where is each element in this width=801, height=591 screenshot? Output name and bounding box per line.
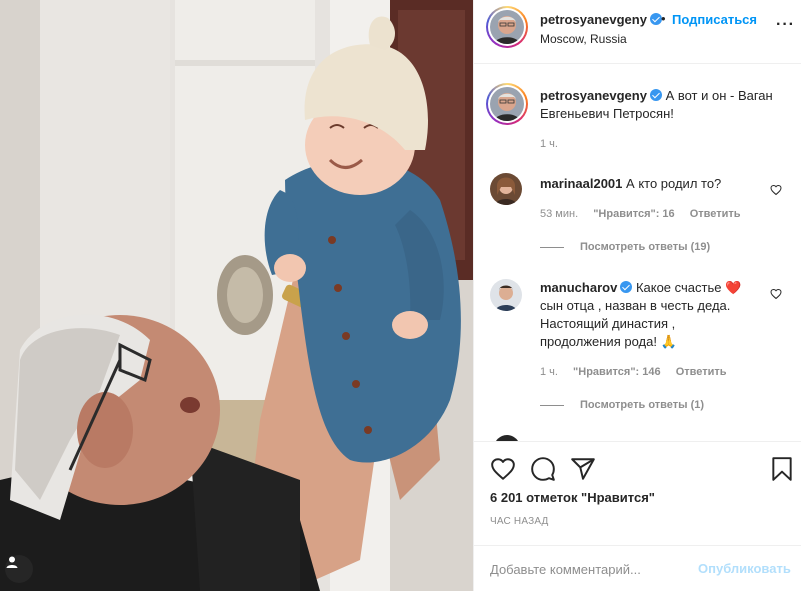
bookmark-icon[interactable] [770, 456, 794, 482]
comment-like-heart-icon[interactable] [770, 184, 782, 196]
caption-time[interactable]: 1 ч. [540, 138, 558, 150]
comment-text-line1: Какое счастье [635, 280, 722, 295]
author-avatar[interactable] [486, 6, 528, 48]
comment-like-heart-icon[interactable] [770, 288, 782, 300]
comment-text-block: marinaal2001 А кто родил то? [540, 175, 770, 193]
author-username[interactable]: petrosyanevgeny [540, 12, 662, 27]
pray-emoji: 🙏 [660, 334, 677, 349]
replies-divider [540, 246, 564, 248]
caption-author-avatar[interactable] [486, 83, 528, 125]
comment-time[interactable]: 1 ч. [540, 366, 558, 378]
likes-count[interactable]: 6 201 отметок "Нравится" [490, 490, 655, 505]
publish-comment-button[interactable]: Опубликовать [698, 561, 791, 576]
verified-badge-icon [620, 281, 633, 293]
user-icon [6, 556, 18, 568]
comment-likes[interactable]: "Нравится": 16 [593, 208, 674, 220]
comment-text-block: manucharov Какое счастье ❤️ сын отца , н… [540, 279, 770, 351]
post-location[interactable]: Moscow, Russia [540, 32, 627, 46]
comment-reply-button[interactable]: Ответить [690, 208, 741, 220]
view-replies-label[interactable]: Посмотреть ответы (19) [580, 241, 710, 253]
comment-text: А кто родил то? [626, 176, 722, 191]
author-avatar-image [490, 10, 524, 44]
heart-emoji: ❤️ [725, 280, 742, 295]
author-username-text[interactable]: petrosyanevgeny [540, 12, 647, 27]
comment-time[interactable]: 53 мин. [540, 208, 578, 220]
comment-text-line4: продолжения рода! [540, 334, 657, 349]
view-replies-button[interactable]: Посмотреть ответы (1) [540, 399, 704, 411]
header-separator: • [661, 11, 666, 26]
comment-reply-button[interactable]: Ответить [676, 366, 727, 378]
more-options-button[interactable]: ··· [776, 16, 795, 34]
follow-button[interactable]: Подписаться [672, 12, 757, 27]
caption-avatar-border [488, 85, 526, 123]
post-photo-illustration [0, 0, 473, 591]
comments-list[interactable]: petrosyanevgeny А вот и он - Ваган Евген… [474, 65, 801, 441]
add-comment-bar: Опубликовать [474, 545, 801, 591]
caption-meta: 1 ч. [540, 138, 570, 150]
replies-divider [540, 404, 564, 406]
comment-meta: 1 ч. "Нравится": 146 Ответить [540, 366, 739, 378]
view-replies-label[interactable]: Посмотреть ответы (1) [580, 399, 704, 411]
author-avatar-border [488, 8, 526, 46]
tagged-users-button[interactable] [5, 555, 33, 583]
comment-username[interactable]: marinaal2001 [540, 176, 622, 191]
post-photo[interactable] [0, 0, 473, 591]
post-details-panel: petrosyanevgeny • Подписаться Moscow, Ru… [473, 0, 801, 591]
commenter-avatar[interactable] [490, 279, 522, 311]
post-header: petrosyanevgeny • Подписаться Moscow, Ru… [474, 0, 801, 64]
post-time[interactable]: ЧАС НАЗАД [490, 516, 549, 527]
comment-username[interactable]: manucharov [540, 280, 617, 295]
comment-likes[interactable]: "Нравится": 146 [573, 366, 661, 378]
caption-text-block: petrosyanevgeny А вот и он - Ваган Евген… [540, 87, 780, 123]
share-icon[interactable] [570, 456, 596, 482]
comment-text-line3: Настоящий династия , [540, 316, 676, 331]
caption-username[interactable]: petrosyanevgeny [540, 88, 647, 103]
verified-badge-icon [649, 89, 662, 101]
comment-icon[interactable] [530, 456, 556, 482]
comment-input[interactable] [490, 558, 690, 580]
comment-meta: 53 мин. "Нравится": 16 Ответить [540, 208, 753, 220]
post-actions: 6 201 отметок "Нравится" ЧАС НАЗАД Опубл… [474, 441, 801, 591]
view-replies-button[interactable]: Посмотреть ответы (19) [540, 241, 710, 253]
caption-avatar-image [490, 87, 524, 121]
commenter-avatar[interactable] [490, 173, 522, 205]
comment-text-line2: сын отца , назван в честь деда. [540, 298, 731, 313]
heart-icon[interactable] [490, 456, 516, 482]
